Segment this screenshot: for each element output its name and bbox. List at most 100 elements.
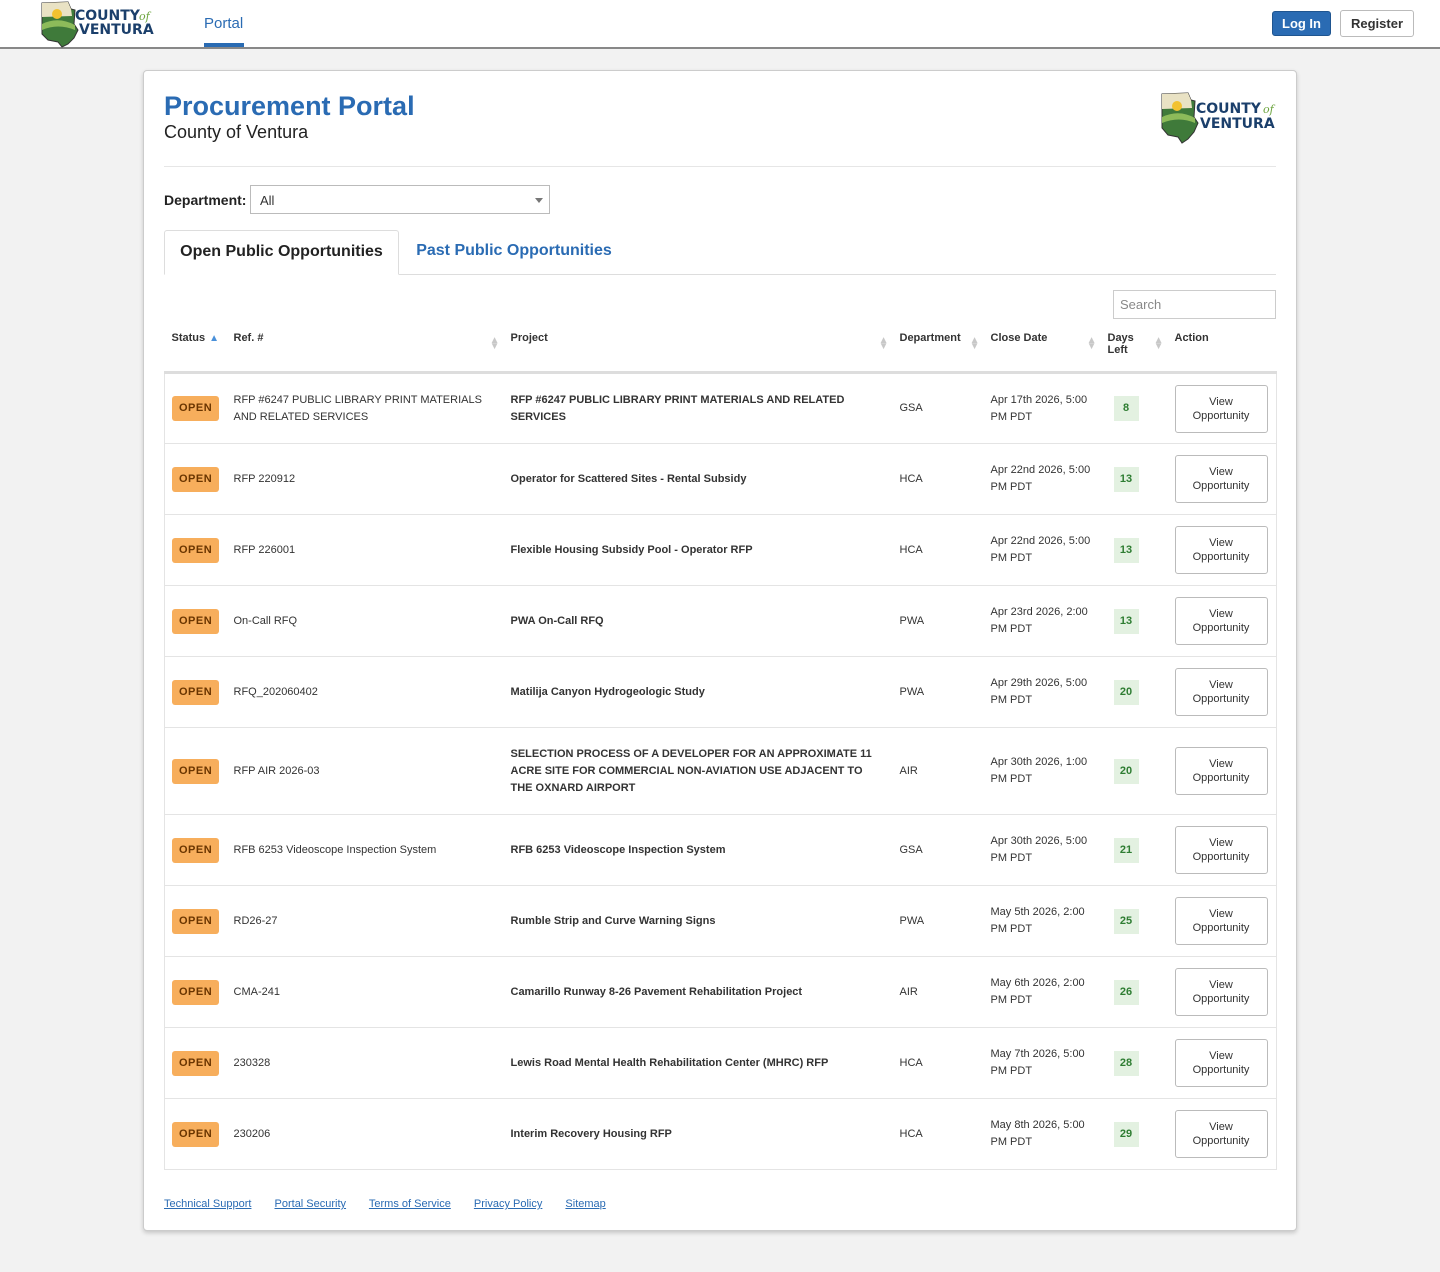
status-cell: OPEN [164,814,227,886]
column-header-status[interactable]: Status ▲ [164,323,227,374]
ref-cell: RD26-27 [226,885,504,957]
days-left-badge: 29 [1113,1121,1139,1147]
days-left-badge: 13 [1113,608,1139,634]
project-cell: Lewis Road Mental Health Rehabilitation … [503,1027,893,1099]
days-left-cell: 29 [1100,1098,1168,1170]
view-opportunity-button[interactable]: View Opportunity [1174,747,1268,795]
ref-cell: RFP 220912 [226,443,504,515]
svg-text:of: of [1263,103,1276,116]
days-left-badge: 26 [1113,979,1139,1005]
view-opportunity-button[interactable]: View Opportunity [1174,1110,1268,1158]
department-cell: HCA [892,514,984,586]
project-cell: Camarillo Runway 8-26 Pavement Rehabilit… [503,956,893,1028]
table-row: OPEN RFP AIR 2026-03 SELECTION PROCESS OF … [164,727,1277,815]
table-row: OPEN RFQ_202060402 Matilija Canyon Hydroge… [164,656,1277,728]
close-date-cell: Apr 30th 2026, 1:00 PM PDT [983,727,1101,815]
department-filter-label: Department: [164,192,247,208]
status-badge: OPEN [172,979,220,1005]
column-header-ref[interactable]: Ref. # ▲ ▼ [226,323,504,374]
view-opportunity-button[interactable]: View Opportunity [1174,455,1268,503]
close-date-cell: Apr 17th 2026, 5:00 PM PDT [983,372,1101,444]
register-button[interactable]: Register [1340,10,1414,37]
sort-icon: ▲ ▼ [1153,335,1164,352]
sort-icon: ▲ ▼ [1086,335,1097,352]
svg-text:VENTURA: VENTURA [79,22,154,38]
status-cell: OPEN [164,727,227,815]
search-input[interactable] [1113,290,1276,319]
log-in-button[interactable]: Log In [1272,11,1331,36]
opportunities-table: Status ▲ Ref. # ▲ ▼ Project ▲ ▼ Department ▲ ▼ … [164,323,1277,1170]
action-cell: View Opportunity [1167,585,1277,657]
status-cell: OPEN [164,443,227,515]
status-cell: OPEN [164,1098,227,1170]
close-date-cell: Apr 22nd 2026, 5:00 PM PDT [983,514,1101,586]
view-opportunity-button[interactable]: View Opportunity [1174,897,1268,945]
close-date-cell: May 5th 2026, 2:00 PM PDT [983,885,1101,957]
project-cell: RFP #6247 PUBLIC LIBRARY PRINT MATERIALS… [503,372,893,444]
action-cell: View Opportunity [1167,372,1277,444]
tab-past-public-opportunities[interactable]: Past Public Opportunities [399,230,629,274]
close-date-cell: May 8th 2026, 5:00 PM PDT [983,1098,1101,1170]
action-cell: View Opportunity [1167,885,1277,957]
table-row: OPEN CMA-241 Camarillo Runway 8-26 Pavemen… [164,956,1277,1028]
days-left-badge: 13 [1113,537,1139,563]
days-left-cell: 20 [1100,727,1168,815]
tab-open-public-opportunities[interactable]: Open Public Opportunities [164,230,399,275]
nav-tab-portal[interactable]: Portal [204,15,243,32]
status-badge: OPEN [172,758,220,784]
footer-links: Technical Support Portal Security Terms … [164,1198,626,1210]
days-left-cell: 25 [1100,885,1168,957]
days-left-cell: 13 [1100,514,1168,586]
column-header-project[interactable]: Project ▲ ▼ [503,323,893,374]
footer-link-terms-of-service[interactable]: Terms of Service [369,1198,451,1210]
action-cell: View Opportunity [1167,727,1277,815]
table-header-row: Status ▲ Ref. # ▲ ▼ Project ▲ ▼ Department ▲ ▼ … [164,323,1277,374]
department-cell: GSA [892,814,984,886]
view-opportunity-button[interactable]: View Opportunity [1174,668,1268,716]
ref-cell: CMA-241 [226,956,504,1028]
table-row: OPEN RFB 6253 Videoscope Inspection Syste… [164,814,1277,886]
department-select[interactable]: All [250,185,550,214]
county-of-ventura-logo-large: COUNTY of VENTURA [1159,91,1279,150]
close-date-cell: May 6th 2026, 2:00 PM PDT [983,956,1101,1028]
project-cell: Flexible Housing Subsidy Pool - Operator… [503,514,893,586]
table-row: OPEN RFP #6247 PUBLIC LIBRARY PRINT MATER… [164,372,1277,444]
view-opportunity-button[interactable]: View Opportunity [1174,1039,1268,1087]
top-navbar: COUNTY of VENTURA Portal Log In Register [0,0,1440,49]
days-left-cell: 13 [1100,585,1168,657]
status-cell: OPEN [164,885,227,957]
view-opportunity-button[interactable]: View Opportunity [1174,384,1268,433]
footer-link-privacy-policy[interactable]: Privacy Policy [474,1198,542,1210]
ref-cell: RFP 226001 [226,514,504,586]
department-cell: PWA [892,885,984,957]
footer-link-portal-security[interactable]: Portal Security [275,1198,347,1210]
divider [164,166,1276,167]
department-cell: AIR [892,956,984,1028]
table-row: OPEN RD26-27 Rumble Strip and Curve Warnin… [164,885,1277,957]
county-of-ventura-logo[interactable]: COUNTY of VENTURA [38,0,154,53]
active-tab-indicator [204,43,244,47]
view-opportunity-button[interactable]: View Opportunity [1174,526,1268,574]
status-cell: OPEN [164,656,227,728]
days-left-badge: 8 [1113,396,1139,421]
view-opportunity-button[interactable]: View Opportunity [1174,826,1268,874]
column-header-department[interactable]: Department ▲ ▼ [892,323,984,374]
footer-link-technical-support[interactable]: Technical Support [164,1198,251,1210]
footer-link-sitemap[interactable]: Sitemap [565,1198,605,1210]
department-cell: HCA [892,1098,984,1170]
view-opportunity-button[interactable]: View Opportunity [1174,597,1268,645]
days-left-badge: 25 [1113,908,1139,934]
status-badge: OPEN [172,608,220,634]
status-badge: OPEN [172,837,220,863]
view-opportunity-button[interactable]: View Opportunity [1174,968,1268,1016]
days-left-badge: 20 [1113,758,1139,784]
ref-cell: RFQ_202060402 [226,656,504,728]
ref-cell: 230328 [226,1027,504,1099]
column-header-days-left[interactable]: Days Left ▲ ▼ [1100,323,1168,374]
project-cell: PWA On-Call RFQ [503,585,893,657]
table-row: OPEN 230206 Interim Recovery Housing RFP HC… [164,1098,1277,1170]
column-header-close-date[interactable]: Close Date ▲ ▼ [983,323,1101,374]
status-badge: OPEN [172,537,220,563]
action-cell: View Opportunity [1167,814,1277,886]
department-cell: HCA [892,443,984,515]
